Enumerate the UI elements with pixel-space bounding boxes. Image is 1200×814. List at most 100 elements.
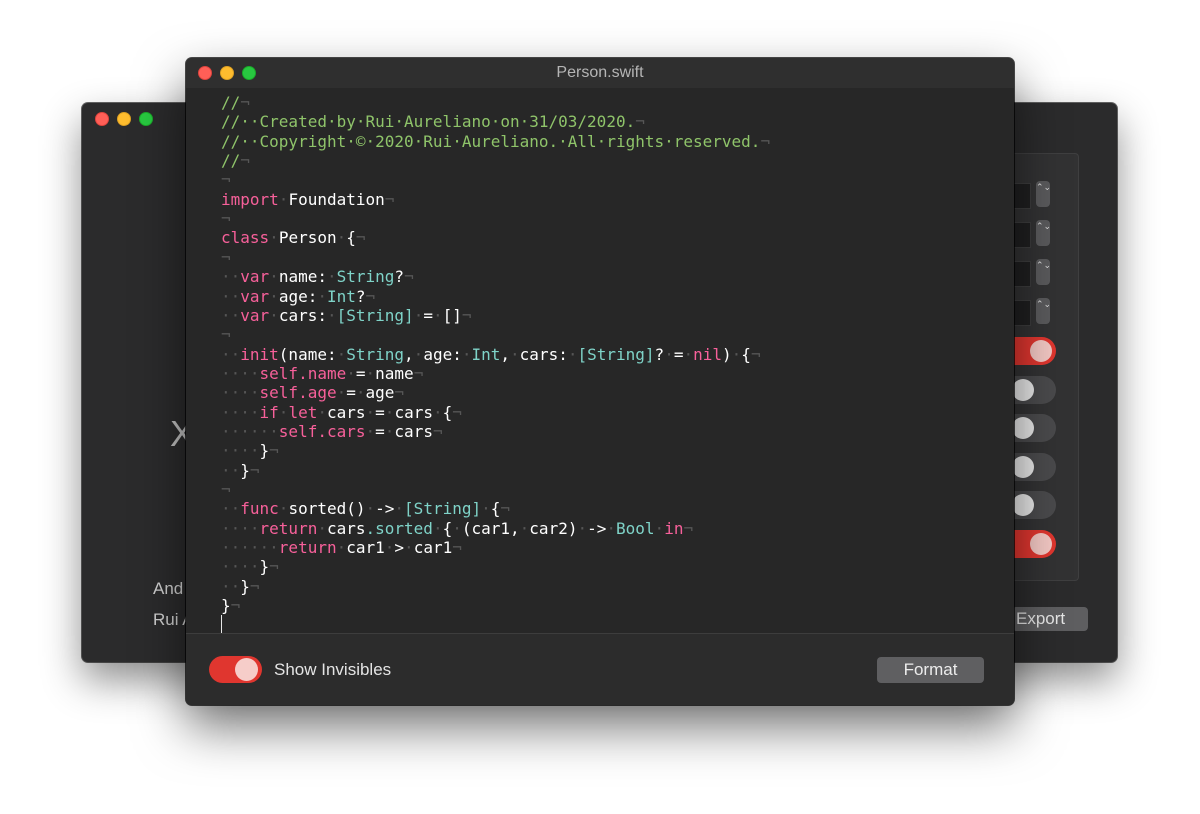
stepper-icon[interactable]: ⌃⌄ bbox=[1036, 298, 1051, 324]
code-token: import bbox=[221, 189, 279, 209]
option-toggle[interactable] bbox=[1012, 414, 1057, 442]
title-bar[interactable]: Person.swift bbox=[186, 58, 1014, 88]
zoom-button[interactable] bbox=[139, 112, 153, 126]
back-window-author-line: And bbox=[153, 579, 184, 598]
option-toggle[interactable] bbox=[1012, 530, 1057, 558]
number-field[interactable] bbox=[1012, 300, 1031, 326]
code-token: ¬ bbox=[384, 189, 395, 209]
number-field[interactable] bbox=[1012, 183, 1031, 209]
code-token: ¬ bbox=[240, 151, 250, 171]
stepper-row: ⌃⌄ bbox=[1012, 259, 1082, 289]
stepper-icon[interactable]: ⌃⌄ bbox=[1036, 220, 1051, 246]
code-token: ¬ bbox=[760, 131, 771, 151]
code-line: //··Copyright·©·2020·Rui·Aureliano.·All·… bbox=[221, 132, 770, 151]
code-token: nil bbox=[693, 344, 723, 364]
code-token: · bbox=[355, 383, 366, 403]
code-token: age: bbox=[423, 344, 462, 364]
code-token: · bbox=[326, 267, 337, 287]
minimize-button[interactable] bbox=[117, 112, 131, 126]
code-token: { bbox=[741, 344, 751, 364]
code-line: ··var·cars:·[String]·=·[]¬ bbox=[221, 306, 472, 325]
code-token: · bbox=[317, 518, 327, 538]
code-token: name bbox=[375, 363, 414, 383]
code-token: ¬ bbox=[394, 383, 405, 403]
code-line: ······return·car1·>·car1¬ bbox=[221, 538, 462, 557]
code-token: Int bbox=[471, 344, 501, 364]
code-line: ····self.name·=·name¬ bbox=[221, 364, 423, 383]
number-field[interactable] bbox=[1012, 261, 1031, 287]
code-token: · bbox=[731, 344, 742, 364]
code-token: ¬ bbox=[452, 402, 462, 422]
code-token: ·· bbox=[221, 499, 241, 519]
code-token: = bbox=[375, 402, 385, 422]
export-button[interactable]: Export bbox=[1012, 607, 1088, 631]
code-token: ¬ bbox=[413, 363, 424, 383]
code-token: · bbox=[336, 344, 347, 364]
code-token: } bbox=[221, 596, 231, 616]
code-token: ¬ bbox=[432, 421, 443, 441]
code-token: ···· bbox=[221, 383, 260, 403]
code-token: ¬ bbox=[221, 325, 231, 345]
code-token: cars bbox=[326, 518, 366, 538]
code-token: sorted() bbox=[288, 499, 366, 519]
code-line: import·Foundation¬ bbox=[221, 190, 394, 209]
close-button[interactable] bbox=[95, 112, 109, 126]
code-token: car2) bbox=[529, 518, 578, 538]
code-token: car1 bbox=[346, 538, 385, 558]
option-toggle[interactable] bbox=[1012, 491, 1057, 519]
code-line: ····}¬ bbox=[221, 441, 279, 460]
code-token: } bbox=[259, 441, 270, 461]
show-invisibles-toggle[interactable] bbox=[209, 656, 262, 683]
stepper-icon[interactable]: ⌃⌄ bbox=[1036, 181, 1051, 207]
number-field[interactable] bbox=[1012, 222, 1031, 248]
text-cursor bbox=[221, 615, 222, 634]
code-token: ¬ bbox=[635, 112, 645, 132]
code-token: ¬ bbox=[221, 480, 231, 499]
code-line: ¬ bbox=[221, 170, 231, 189]
code-line: class·Person·{¬ bbox=[221, 228, 366, 247]
code-token: } bbox=[240, 460, 250, 480]
code-token: String bbox=[346, 344, 405, 364]
code-line: ····if·let·cars·=·cars·{¬ bbox=[221, 403, 462, 422]
code-token: · bbox=[384, 402, 395, 422]
code-token: func bbox=[240, 499, 279, 519]
code-token: ··Created·by·Rui·Aureliano·on·31/03/2020… bbox=[240, 112, 636, 132]
code-token: .cars bbox=[317, 421, 366, 441]
code-token: · bbox=[394, 499, 405, 519]
code-token: } bbox=[259, 557, 270, 577]
option-toggle[interactable] bbox=[1012, 376, 1057, 404]
code-token: · bbox=[432, 518, 443, 538]
code-token: ? bbox=[654, 344, 665, 364]
code-token: let bbox=[288, 402, 318, 422]
code-token: cars bbox=[326, 402, 366, 422]
code-token: ···· bbox=[221, 363, 260, 383]
code-editor[interactable]: //¬//··Created·by·Rui·Aureliano·on·31/03… bbox=[186, 90, 1014, 634]
code-token: ·· bbox=[221, 344, 241, 364]
code-token: cars: bbox=[278, 305, 327, 325]
code-token: · bbox=[326, 305, 337, 325]
code-token: { bbox=[490, 499, 501, 519]
code-token: · bbox=[606, 518, 617, 538]
code-token: cars bbox=[394, 421, 433, 441]
code-token: // bbox=[221, 112, 241, 132]
code-token: ······ bbox=[221, 538, 279, 558]
code-token: · bbox=[365, 499, 376, 519]
option-toggle[interactable] bbox=[1012, 453, 1057, 481]
stepper-icon[interactable]: ⌃⌄ bbox=[1036, 259, 1051, 285]
code-token: ·· bbox=[221, 576, 241, 596]
code-token: ¬ bbox=[355, 228, 366, 248]
code-token: · bbox=[413, 305, 424, 325]
code-token: · bbox=[654, 518, 665, 538]
code-token: .age bbox=[298, 383, 337, 403]
code-token: age bbox=[365, 383, 395, 403]
code-token: ·· bbox=[221, 305, 241, 325]
toggle-knob bbox=[235, 658, 258, 681]
code-token: ¬ bbox=[221, 247, 231, 267]
code-token: -> bbox=[587, 518, 607, 538]
format-button[interactable]: Format bbox=[877, 657, 984, 683]
code-token: cars: bbox=[519, 344, 568, 364]
code-token: · bbox=[336, 538, 347, 558]
code-token: , bbox=[404, 344, 414, 364]
option-toggle[interactable] bbox=[1012, 337, 1057, 365]
code-token: class bbox=[221, 228, 270, 248]
